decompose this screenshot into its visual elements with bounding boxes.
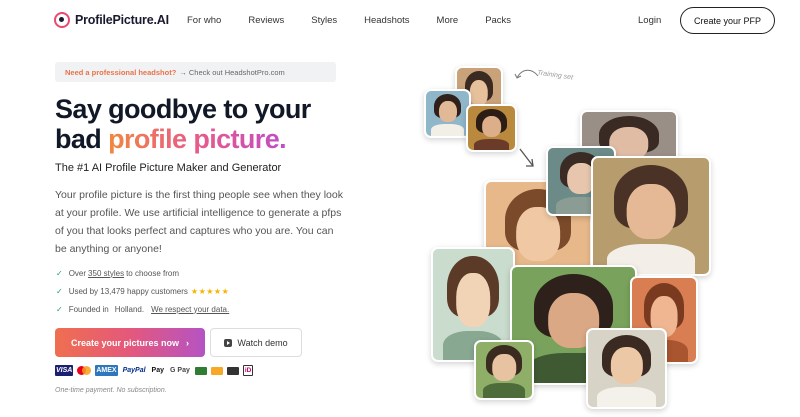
ideal-icon: iD [242, 365, 254, 376]
feature-customers-text: Used by 13,479 happy customers [68, 286, 188, 296]
feature-list: ✓ Over 350 styles to choose from ✓ Used … [56, 264, 231, 318]
training-set-label: Training set [536, 69, 574, 82]
feature-item-customers: ✓ Used by 13,479 happy customers ★★★★★ [56, 282, 231, 300]
hero-title-line1: Say goodbye to your [55, 94, 311, 124]
data-privacy-link[interactable]: We respect your data. [151, 305, 229, 314]
nav-link-styles[interactable]: Styles [311, 15, 337, 26]
feature-founded-prefix: Founded in [68, 304, 109, 314]
styles-link[interactable]: 350 styles [88, 269, 124, 278]
bank-card-icon [194, 366, 207, 375]
paypal-icon: PayPal [122, 367, 146, 374]
feature-styles-prefix: Over [68, 268, 87, 278]
hero-description: Your profile picture is the first thing … [55, 189, 343, 255]
create-pictures-label: Create your pictures now [70, 337, 180, 348]
feature-founded-country: Holland. [114, 304, 145, 314]
generated-photo-8 [474, 340, 534, 400]
login-link[interactable]: Login [638, 15, 661, 26]
feature-item-styles: ✓ Over 350 styles to choose from [56, 264, 231, 282]
check-icon: ✓ [56, 268, 63, 278]
check-icon: ✓ [56, 286, 63, 296]
watch-demo-button[interactable]: Watch demo [210, 328, 302, 357]
feature-styles-suffix: to choose from [126, 268, 179, 278]
visa-icon: VISA [55, 365, 74, 376]
hero-title: Say goodbye to your bad profile picture. [55, 94, 311, 154]
payment-methods: VISA AMEX PayPal Pay G Pay iD [55, 365, 254, 376]
nav-links: For who Reviews Styles Headshots More Pa… [187, 15, 538, 26]
payment-footnote: One-time payment. No subscription. [55, 387, 167, 394]
generated-photo-4 [591, 156, 711, 276]
create-pictures-button[interactable]: Create your pictures now › [55, 328, 205, 357]
feature-item-founded: ✓ Founded in Holland. We respect your da… [56, 300, 231, 318]
camera-logo-icon [54, 12, 70, 28]
nav-link-reviews[interactable]: Reviews [248, 15, 284, 26]
chevron-right-icon: › [186, 337, 190, 348]
sofort-icon [210, 366, 223, 375]
giropay-icon [226, 366, 239, 375]
create-pfp-button[interactable]: Create your PFP [680, 7, 775, 34]
play-icon [224, 338, 233, 347]
nav-link-headshots[interactable]: Headshots [364, 15, 409, 26]
mastercard-icon [77, 366, 92, 375]
training-photo-3 [466, 104, 517, 152]
watch-demo-label: Watch demo [237, 337, 288, 348]
hero-subtitle: The #1 AI Profile Picture Maker and Gene… [55, 162, 282, 174]
top-navbar: ProfilePicture.AI For who Reviews Styles… [0, 0, 800, 42]
announcement-highlight: Need a professional headshot? [65, 67, 177, 77]
amex-icon: AMEX [95, 365, 118, 376]
brand-name: ProfilePicture.AI [75, 13, 169, 27]
apple-pay-icon: Pay [151, 367, 165, 374]
nav-link-packs[interactable]: Packs [485, 15, 511, 26]
brand-logo[interactable]: ProfilePicture.AI [54, 12, 169, 28]
check-icon: ✓ [56, 304, 63, 314]
rating-stars-icon: ★★★★★ [190, 286, 230, 296]
hero-title-highlight: profile picture. [108, 124, 287, 154]
nav-link-more[interactable]: More [437, 15, 459, 26]
training-photo-2 [424, 89, 471, 138]
nav-link-for-who[interactable]: For who [187, 15, 221, 26]
announcement-text: → Check out HeadshotPro.com [179, 67, 285, 77]
hero-title-line2-prefix: bad [55, 124, 109, 154]
arrow-down-right-icon [519, 148, 534, 167]
google-pay-icon: G Pay [170, 367, 190, 374]
announcement-banner[interactable]: Need a professional headshot? → Check ou… [55, 62, 336, 82]
generated-photo-9 [586, 328, 667, 409]
